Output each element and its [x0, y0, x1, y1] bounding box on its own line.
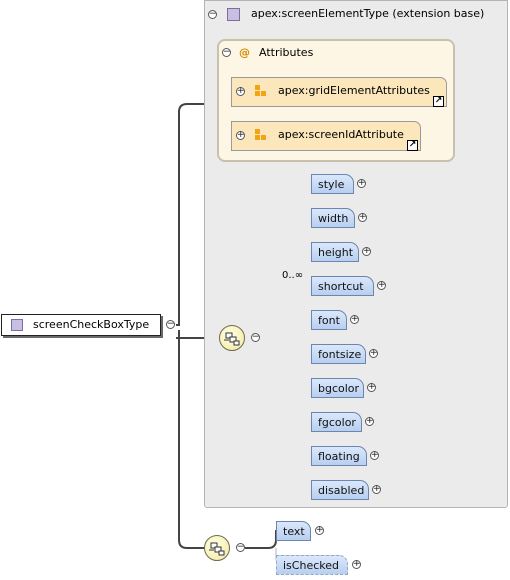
element-box[interactable]: height	[311, 242, 359, 262]
sequence-compositor-icon[interactable]	[204, 535, 230, 561]
element-box[interactable]: style	[311, 174, 354, 194]
expand-toggle-attribute-group[interactable]: +	[236, 131, 245, 140]
attribute-group-icon	[255, 85, 269, 99]
collapse-toggle-sequence[interactable]: −	[236, 543, 245, 552]
expand-toggle-element[interactable]: +	[362, 247, 371, 256]
expand-toggle-element[interactable]: +	[367, 383, 376, 392]
attributes-label: Attributes	[259, 46, 314, 59]
expand-toggle-element[interactable]: +	[377, 281, 386, 290]
attribute-group-label: apex:gridElementAttributes	[278, 84, 430, 97]
attribute-group-label: apex:screenIdAttribute	[278, 128, 404, 141]
element-box[interactable]: disabled	[311, 480, 369, 500]
expand-toggle-element[interactable]: +	[350, 315, 359, 324]
expand-toggle-element[interactable]: +	[315, 526, 324, 535]
element-box[interactable]: floating	[311, 446, 367, 466]
expand-toggle-element[interactable]: +	[365, 417, 374, 426]
root-complex-type[interactable]: screenCheckBoxType	[1, 314, 161, 336]
collapse-toggle-sequence[interactable]: −	[251, 333, 260, 342]
root-type-label: screenCheckBoxType	[33, 318, 150, 331]
expand-toggle-element[interactable]: +	[370, 451, 379, 460]
attribute-group-box[interactable]: + apex:gridElementAttributes ↗	[231, 77, 447, 107]
element-box[interactable]: bgcolor	[311, 378, 364, 398]
expand-toggle-attribute-group[interactable]: +	[236, 87, 245, 96]
cardinality-label: 0..∞	[282, 270, 304, 281]
element-box[interactable]: fontsize	[311, 344, 366, 364]
element-box[interactable]: font	[311, 310, 347, 330]
sequence-compositor-icon[interactable]	[219, 325, 245, 351]
element-box[interactable]: fgcolor	[311, 412, 362, 432]
attribute-group-box[interactable]: + apex:screenIdAttribute ↗	[231, 121, 421, 151]
element-box[interactable]: text	[276, 521, 311, 541]
expand-toggle-element[interactable]: +	[369, 349, 378, 358]
complex-type-icon	[227, 8, 240, 21]
attribute-at-icon: @	[239, 46, 250, 59]
complex-type-icon	[11, 319, 23, 331]
collapse-toggle-extension[interactable]: −	[208, 10, 217, 19]
expand-toggle-element[interactable]: +	[372, 485, 381, 494]
collapse-toggle-attributes[interactable]: −	[222, 48, 231, 57]
element-box[interactable]: isChecked	[276, 555, 348, 575]
attribute-group-icon	[255, 129, 269, 143]
expand-toggle-element[interactable]: +	[352, 560, 361, 569]
expand-toggle-element[interactable]: +	[358, 213, 367, 222]
shortcut-arrow-icon: ↗	[433, 96, 444, 107]
shortcut-arrow-icon: ↗	[407, 140, 418, 151]
extension-base-label: apex:screenElementType (extension base)	[251, 7, 485, 20]
expand-toggle-element[interactable]: +	[357, 179, 366, 188]
element-box[interactable]: shortcut	[311, 276, 374, 296]
collapse-toggle-root[interactable]: −	[166, 320, 175, 329]
element-box[interactable]: width	[311, 208, 355, 228]
